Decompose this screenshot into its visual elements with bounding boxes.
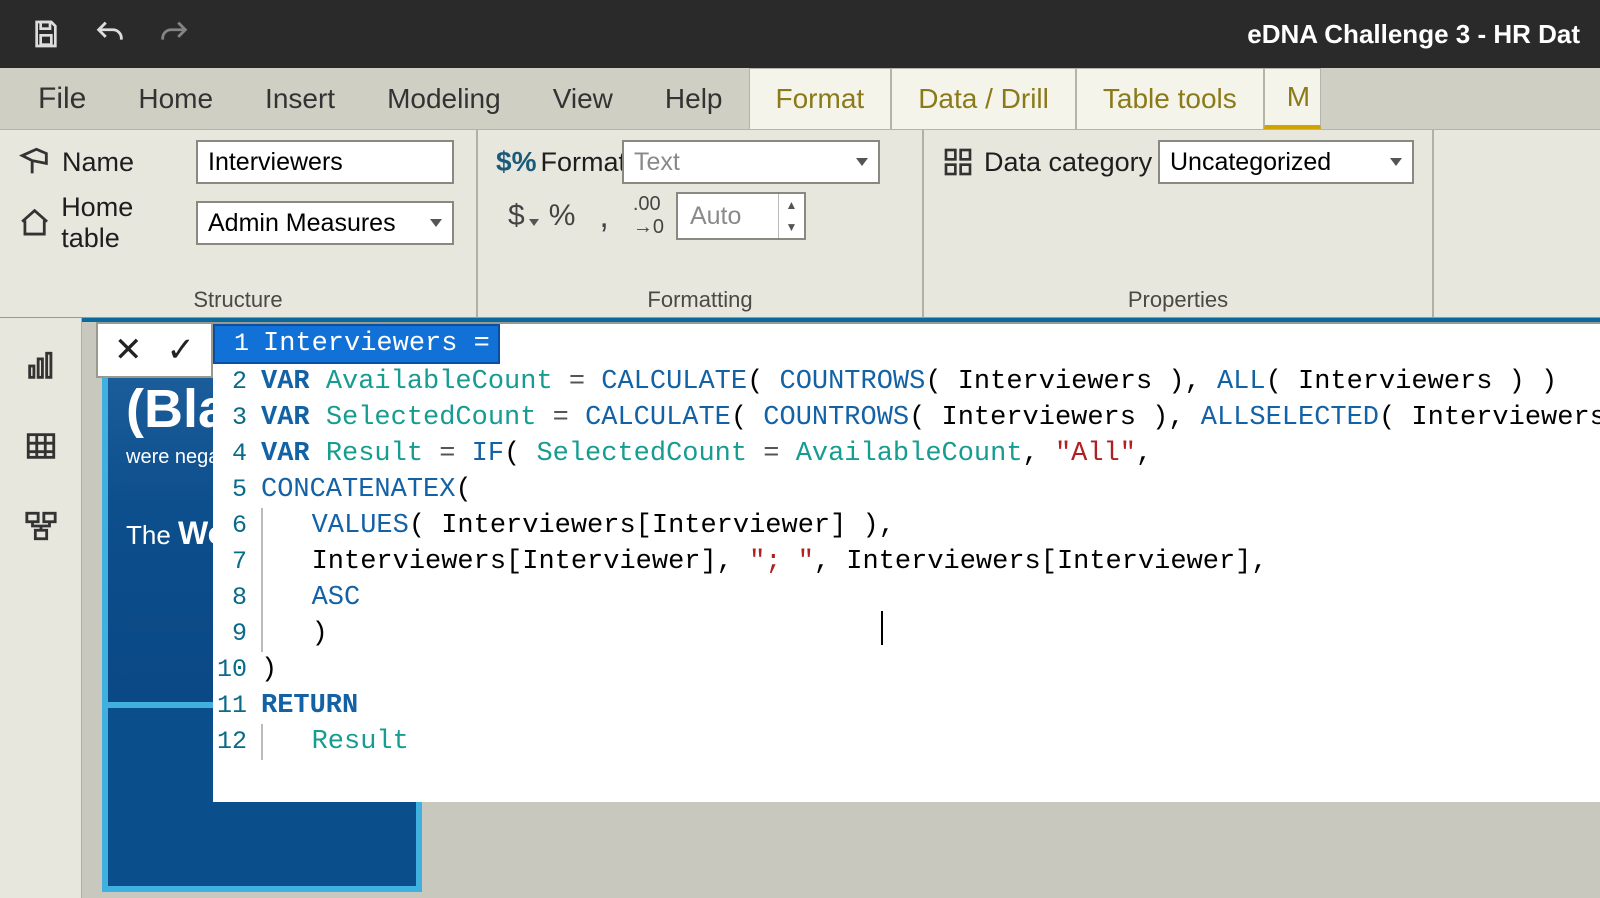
- tab-view[interactable]: View: [527, 68, 639, 129]
- model-view-icon[interactable]: [15, 500, 67, 552]
- commit-icon[interactable]: ✓: [167, 330, 196, 370]
- group-label-formatting: Formatting: [496, 287, 904, 313]
- line-number: 4: [213, 436, 255, 472]
- report-view-icon[interactable]: [15, 340, 67, 392]
- line-number: 3: [213, 400, 255, 436]
- ribbon-group-structure: Name Home table Admin Measures Structure: [0, 130, 478, 317]
- code-line[interactable]: 4VAR Result = IF( SelectedCount = Availa…: [213, 436, 1600, 472]
- code-line[interactable]: 9 ): [213, 616, 1600, 652]
- percent-button[interactable]: %: [537, 199, 588, 233]
- line-number: 10: [213, 652, 255, 688]
- tab-home[interactable]: Home: [112, 68, 239, 129]
- line-number: 9: [213, 616, 255, 652]
- window-title: eDNA Challenge 3 - HR Dat: [1247, 19, 1580, 50]
- code-line[interactable]: 3VAR SelectedCount = CALCULATE( COUNTROW…: [213, 400, 1600, 436]
- tab-format[interactable]: Format: [749, 68, 892, 129]
- home-table-select[interactable]: Admin Measures: [196, 201, 454, 245]
- line-number: 8: [213, 580, 255, 616]
- report-canvas: (Blank) were negativ The Worki ✕ ✓ 1Inte…: [82, 318, 1600, 898]
- tab-help[interactable]: Help: [639, 68, 749, 129]
- undo-icon[interactable]: [84, 8, 136, 60]
- titlebar: eDNA Challenge 3 - HR Dat: [0, 0, 1600, 68]
- code-line[interactable]: 5CONCATENATEX(: [213, 472, 1600, 508]
- line-number: 5: [213, 472, 255, 508]
- line-number: 11: [213, 688, 255, 724]
- tab-measuretools[interactable]: M: [1264, 68, 1321, 129]
- currency-button[interactable]: $: [496, 199, 537, 233]
- ribbon: Name Home table Admin Measures Structure…: [0, 130, 1600, 318]
- tab-insert[interactable]: Insert: [239, 68, 361, 129]
- thousands-separator-button[interactable]: ,: [587, 197, 620, 236]
- line-number: 7: [213, 544, 255, 580]
- line-number: 1: [215, 326, 257, 362]
- code-line[interactable]: 6 VALUES( Interviewers[Interviewer] ),: [213, 508, 1600, 544]
- datacategory-select[interactable]: Uncategorized: [1158, 140, 1414, 184]
- dax-editor[interactable]: 1Interviewers =2VAR AvailableCount = CAL…: [213, 322, 1600, 802]
- formula-bar-buttons: ✕ ✓: [96, 322, 213, 378]
- line-number: 12: [213, 724, 255, 760]
- group-label-structure: Structure: [18, 287, 458, 313]
- ribbon-tabs: File Home Insert Modeling View Help Form…: [0, 68, 1600, 130]
- tab-modeling[interactable]: Modeling: [361, 68, 527, 129]
- view-switcher: [0, 318, 82, 898]
- group-label-properties: Properties: [942, 287, 1414, 313]
- code-line[interactable]: 11RETURN: [213, 688, 1600, 724]
- format-label: $% Format: [496, 146, 622, 178]
- line-number: 6: [213, 508, 255, 544]
- tab-tabletools[interactable]: Table tools: [1076, 68, 1264, 129]
- decimal-places-spinner[interactable]: Auto ▲▼: [676, 192, 806, 240]
- datacategory-label: Data category: [942, 146, 1158, 178]
- code-line[interactable]: 8 ASC: [213, 580, 1600, 616]
- data-view-icon[interactable]: [15, 420, 67, 472]
- ribbon-group-formatting: $% Format Text $ % , .00→0 Auto ▲▼ Forma…: [478, 130, 924, 317]
- save-icon[interactable]: [20, 8, 72, 60]
- code-line[interactable]: 10): [213, 652, 1600, 688]
- home-table-label: Home table: [18, 192, 196, 254]
- tab-datadrill[interactable]: Data / Drill: [891, 68, 1076, 129]
- decimal-places-icon[interactable]: .00→0: [621, 193, 676, 239]
- text-cursor-icon: [881, 611, 883, 645]
- format-select[interactable]: Text: [622, 140, 880, 184]
- redo-icon[interactable]: [148, 8, 200, 60]
- code-line[interactable]: 7 Interviewers[Interviewer], "; ", Inter…: [213, 544, 1600, 580]
- line-number: 2: [213, 364, 255, 400]
- measure-name-input[interactable]: [196, 140, 454, 184]
- name-label: Name: [18, 145, 196, 179]
- ribbon-group-properties: Data category Uncategorized Properties: [924, 130, 1434, 317]
- cancel-icon[interactable]: ✕: [114, 330, 143, 370]
- code-line[interactable]: 2VAR AvailableCount = CALCULATE( COUNTRO…: [213, 364, 1600, 400]
- code-line[interactable]: 12 Result: [213, 724, 1600, 760]
- tab-file[interactable]: File: [12, 68, 112, 129]
- code-line[interactable]: 1Interviewers =: [213, 324, 500, 364]
